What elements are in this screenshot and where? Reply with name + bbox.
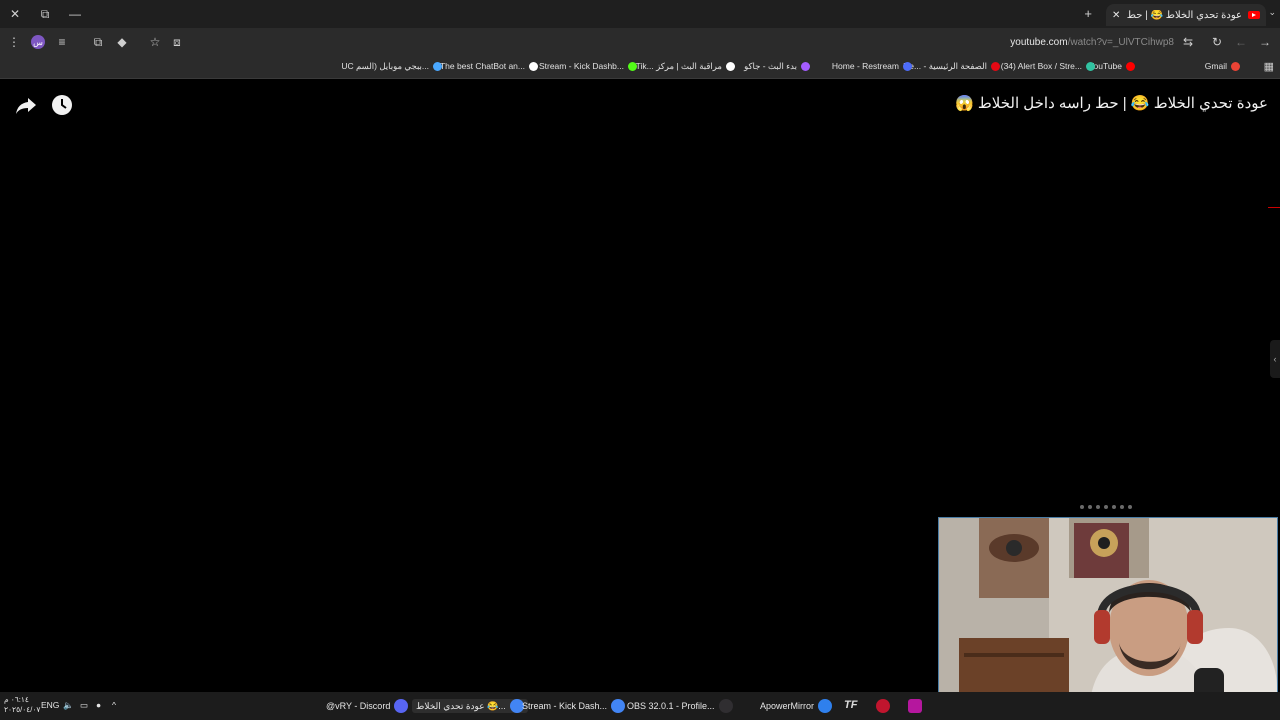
taskbar-app-label: Stream - Kick Dash... xyxy=(522,701,608,711)
bookmark-favicon-icon xyxy=(433,62,442,71)
taskbar-app-icon xyxy=(611,699,626,713)
taskbar-app-label: OBS 32.0.1 - Profile... xyxy=(627,701,715,711)
clock-date: ٢٠٢٥/٠٤/٠٧ xyxy=(4,705,41,714)
bookmark-favicon-icon xyxy=(1086,61,1095,71)
watch-later-icon[interactable] xyxy=(50,93,74,117)
volume-icon[interactable]: 🔈 xyxy=(63,700,74,711)
bookmark-label: The best ChatBot an... xyxy=(439,61,525,71)
taskbar-app-item[interactable]: عودة تحدي الخلاط 😂... xyxy=(412,699,528,713)
bookmark-item[interactable]: The best ChatBot an... xyxy=(440,61,538,71)
chevron-left-icon: ‹ xyxy=(1273,354,1277,364)
bookmark-favicon-icon xyxy=(1231,61,1240,71)
tab-title: عودة تحدي الخلاط 😂 | حط راسه xyxy=(1126,9,1242,21)
apps-grid-icon[interactable]: ▦ xyxy=(1264,60,1274,73)
bookmark-item[interactable]: بدء البث - جاكو xyxy=(744,61,810,72)
bookmark-favicon-icon xyxy=(529,61,538,71)
bookmark-item[interactable]: UC ببجي موبايل (السم... xyxy=(341,61,442,72)
url-host: youtube.com xyxy=(1010,37,1068,48)
bookmark-favicon-icon xyxy=(726,62,735,71)
reading-list-icon[interactable]: ≡ xyxy=(54,34,70,50)
tray-overflow-icon[interactable]: ^ xyxy=(112,700,116,710)
site-settings-icon[interactable]: ⇆ xyxy=(1180,34,1196,50)
bookmark-favicon-icon xyxy=(801,62,810,71)
tab-search-icon[interactable]: ⌄ xyxy=(1268,7,1276,18)
taskbar-app-icon xyxy=(718,699,733,713)
bookmark-favicon-icon xyxy=(903,61,912,71)
taskbar-app-item[interactable]: OBS 32.0.1 - Profile... xyxy=(627,699,733,713)
url-path: /watch?v=_UlVTCihwp8 xyxy=(1067,37,1174,48)
taskbar-app-label: @vRY - Discord xyxy=(326,701,391,711)
bookmark-item[interactable]: YouTube xyxy=(1089,61,1135,71)
loading-indicator xyxy=(1080,505,1132,509)
browser-tab-strip: ✕ ⧉ — + عودة تحدي الخلاط 😂 | حط راسه ✕ ⌄ xyxy=(0,0,1280,28)
reload-icon[interactable]: ↻ xyxy=(1209,34,1225,50)
taskbar-app-item[interactable]: Stream - Kick Dash... xyxy=(522,699,626,713)
forward-icon[interactable]: ← xyxy=(1233,34,1249,50)
taskbar-app-icon xyxy=(394,699,409,713)
microphone-icon[interactable]: ● xyxy=(96,700,101,710)
youtube-favicon-icon xyxy=(1248,11,1260,19)
extensions-icon[interactable]: ⧉ xyxy=(90,34,106,50)
webcam-image xyxy=(939,518,1277,718)
minimize-icon: — xyxy=(69,7,81,21)
taskbar-app-item[interactable]: @vRY - Discord xyxy=(326,699,409,713)
menu-dots-icon[interactable]: ⋮ xyxy=(6,34,22,50)
active-tab[interactable]: عودة تحدي الخلاط 😂 | حط راسه ✕ xyxy=(1106,4,1266,26)
restore-window-button[interactable]: ⧉ xyxy=(34,4,56,24)
bookmark-favicon-icon xyxy=(628,61,637,71)
progress-marker xyxy=(1268,207,1280,208)
share-icon[interactable] xyxy=(14,93,38,117)
bookmark-favicon-icon xyxy=(1126,61,1135,71)
taskbar-app-label: ApowerMirror xyxy=(760,701,815,711)
bookmark-item[interactable]: Stream - Kick Dashb... xyxy=(539,61,637,71)
bookmark-label: Tik... مراقبة البث | مركز xyxy=(635,61,722,71)
taskbar-app-tf[interactable]: TF xyxy=(844,699,857,711)
system-clock[interactable]: ٠٦:١٤ م ٢٠٢٥/٠٤/٠٧ xyxy=(4,695,40,715)
bookmark-item[interactable]: Home - Restream xyxy=(832,61,912,71)
extension-diamond-icon[interactable]: ◆ xyxy=(114,34,130,50)
taskbar-app-item[interactable]: ApowerMirror xyxy=(760,699,833,713)
taskbar-app-icon xyxy=(818,699,833,713)
bookmark-label: Gmail xyxy=(1204,61,1227,71)
bookmark-favicon-icon xyxy=(991,62,1000,71)
install-app-icon[interactable]: ⧈ xyxy=(169,34,185,50)
bookmark-star-icon[interactable]: ☆ xyxy=(147,34,163,50)
plus-icon: + xyxy=(1084,6,1092,21)
bookmark-item[interactable]: Tik... مراقبة البث | مركز xyxy=(636,61,735,72)
taskbar-app-red-icon[interactable] xyxy=(876,699,890,713)
new-tab-button[interactable]: + xyxy=(1084,6,1092,21)
side-panel-toggle[interactable]: ‹ xyxy=(1270,340,1280,378)
tab-close-icon[interactable]: ✕ xyxy=(1112,10,1120,21)
webcam-overlay xyxy=(938,517,1278,719)
taskbar-app-purple-icon[interactable] xyxy=(908,699,922,713)
bookmark-label: UC ببجي موبايل (السم... xyxy=(341,61,429,71)
close-icon: ✕ xyxy=(9,7,21,21)
bookmark-item[interactable]: (34) Alert Box / Stre... xyxy=(1001,61,1095,71)
profile-avatar[interactable]: س xyxy=(30,34,46,50)
close-window-button[interactable]: ✕ xyxy=(4,4,26,24)
back-icon[interactable]: → xyxy=(1257,34,1273,50)
language-indicator[interactable]: ENG xyxy=(41,700,59,710)
bookmark-item[interactable]: Ne... - الصفحة الرئيسية xyxy=(903,61,1000,72)
taskbar-app-label: عودة تحدي الخلاط 😂... xyxy=(416,700,506,711)
bookmark-label: Stream - Kick Dashb... xyxy=(538,61,624,71)
browser-toolbar: ⋮ س ≡ ⧉ ◆ ☆ ⧈ youtube.com/watch?v=_UlVTC… xyxy=(0,28,1280,56)
network-icon[interactable]: ▭ xyxy=(80,700,88,711)
minimize-window-button[interactable]: — xyxy=(64,4,86,24)
bookmark-label: Ne... - الصفحة الرئيسية xyxy=(903,61,987,71)
clock-time: ٠٦:١٤ م xyxy=(4,695,29,704)
os-taskbar: ٠٦:١٤ م ٢٠٢٥/٠٤/٠٧ ENG 🔈 ▭ ● ^ TF @vRY -… xyxy=(0,692,1280,720)
bookmark-label: بدء البث - جاكو xyxy=(744,61,797,71)
bookmark-label: Home - Restream xyxy=(831,61,899,71)
address-bar[interactable]: youtube.com/watch?v=_UlVTCihwp8 xyxy=(1010,37,1174,48)
bookmark-label: (34) Alert Box / Stre... xyxy=(1000,61,1082,71)
video-title[interactable]: عودة تحدي الخلاط 😂 | حط راسه داخل الخلاط… xyxy=(955,94,1268,112)
bookmarks-bar: ▦ Gmail YouTube (34) Alert Box / Stre... Ne… xyxy=(0,56,1280,79)
restore-icon: ⧉ xyxy=(40,6,50,21)
bookmark-item[interactable]: Gmail xyxy=(1205,61,1240,71)
